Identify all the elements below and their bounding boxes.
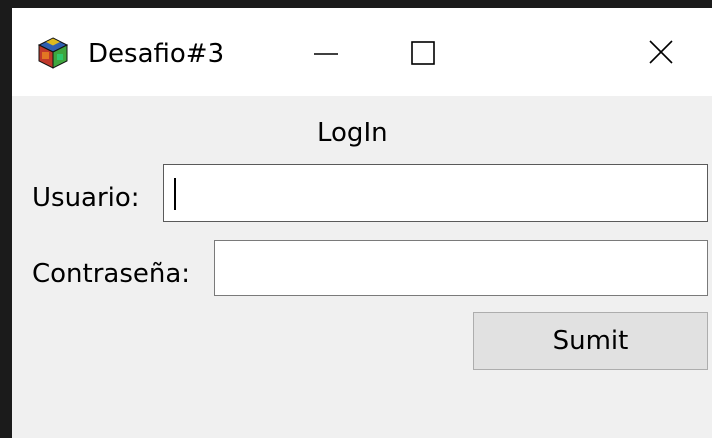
- minimize-button[interactable]: [276, 8, 376, 96]
- app-cube-icon: [36, 36, 70, 70]
- maximize-button[interactable]: [376, 8, 476, 96]
- desktop-background: Desafio#3 LogIn Usuario: Contraseña: Sum…: [0, 0, 712, 438]
- maximize-icon: [411, 41, 435, 65]
- password-label: Contraseña:: [32, 259, 191, 289]
- close-icon: [649, 40, 673, 64]
- app-window: Desafio#3 LogIn Usuario: Contraseña: Sum…: [12, 8, 712, 438]
- login-heading: LogIn: [317, 118, 388, 148]
- user-label: Usuario:: [32, 183, 140, 213]
- submit-button[interactable]: Sumit: [473, 312, 708, 370]
- close-button[interactable]: [612, 8, 712, 96]
- text-caret: [174, 178, 176, 210]
- password-input[interactable]: [214, 240, 708, 296]
- minimize-icon: [314, 53, 338, 55]
- window-title: Desafio#3: [88, 39, 225, 69]
- title-bar[interactable]: Desafio#3: [12, 8, 712, 96]
- user-input[interactable]: [163, 164, 708, 222]
